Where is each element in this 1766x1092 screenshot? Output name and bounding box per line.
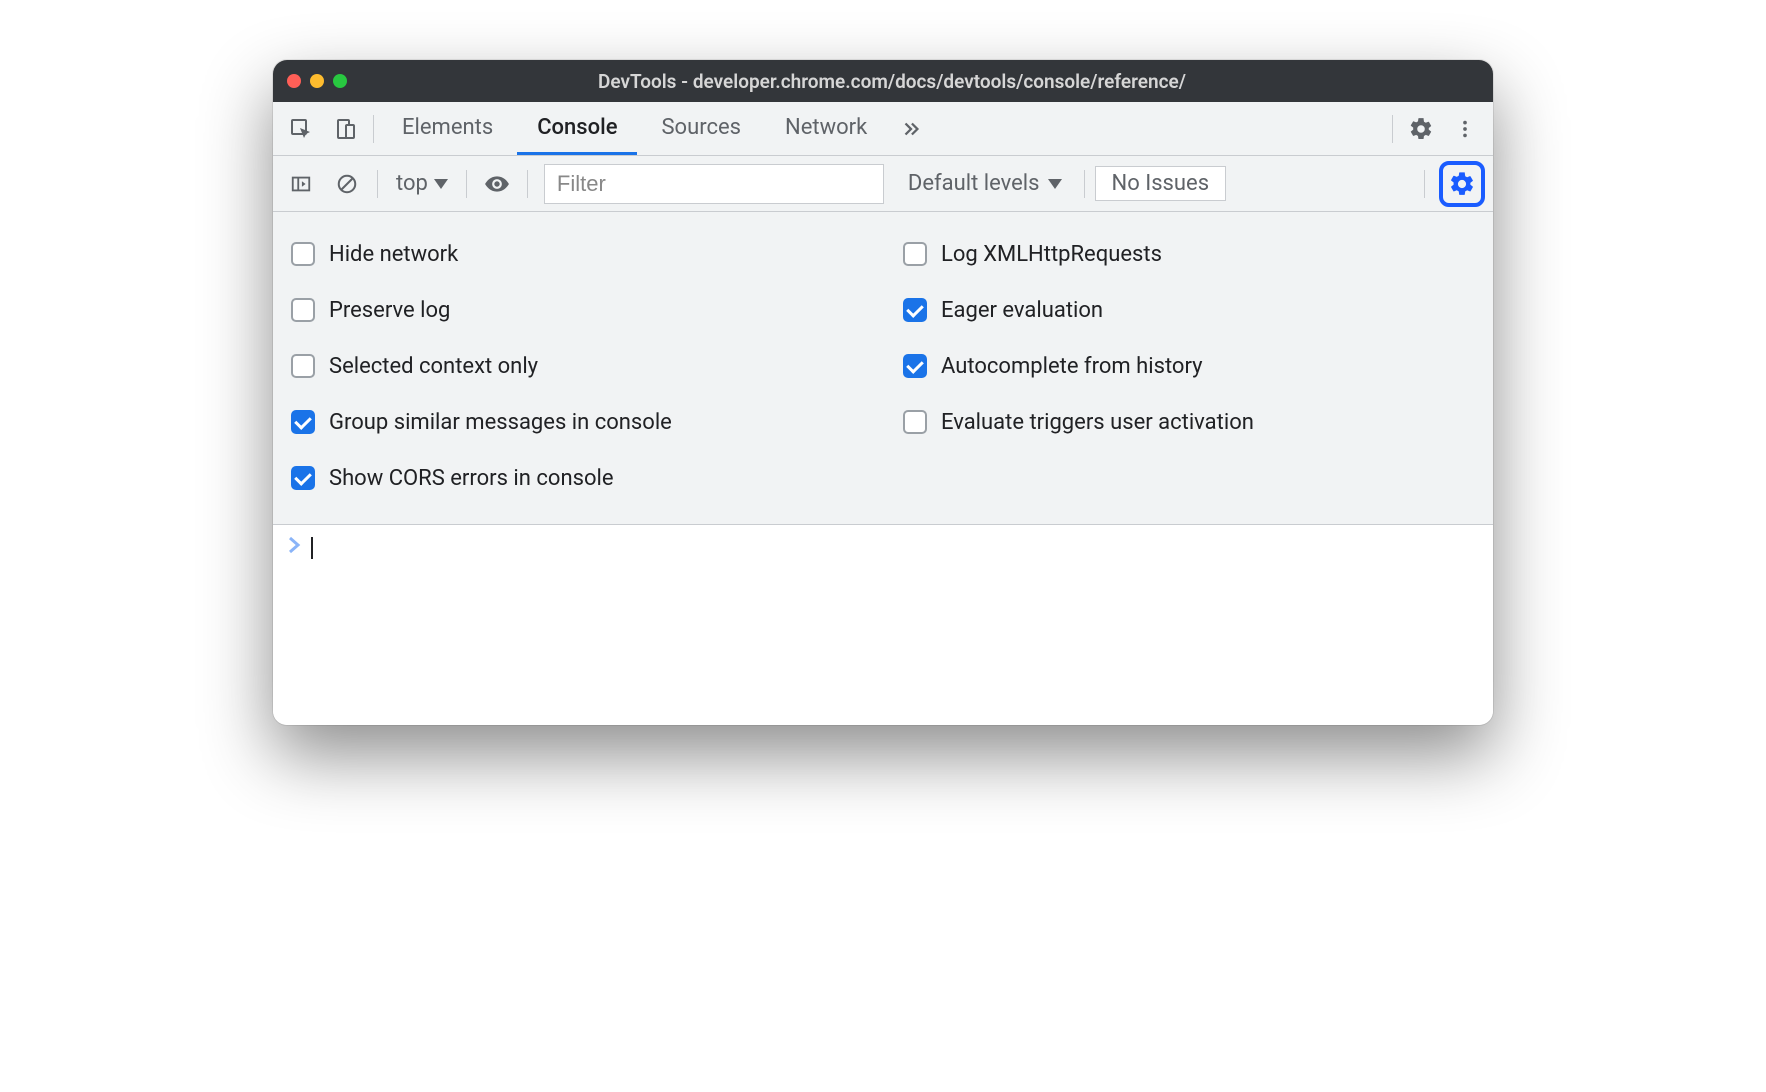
clear-console-icon[interactable] (327, 164, 367, 204)
log-xhr-label[interactable]: Log XMLHttpRequests (941, 242, 1162, 267)
toggle-sidebar-icon[interactable] (281, 164, 321, 204)
close-window-button[interactable] (287, 74, 301, 88)
toggle-device-icon[interactable] (325, 109, 365, 149)
divider (1392, 115, 1393, 143)
selected-context-checkbox[interactable] (291, 354, 315, 378)
minimize-window-button[interactable] (310, 74, 324, 88)
autocomplete-history-label[interactable]: Autocomplete from history (941, 354, 1203, 379)
log-levels-selector[interactable]: Default levels (896, 171, 1074, 196)
log-xhr-checkbox[interactable] (903, 242, 927, 266)
eager-evaluation-label[interactable]: Eager evaluation (941, 298, 1103, 323)
console-settings-panel: Hide network Log XMLHttpRequests Preserv… (273, 212, 1493, 525)
preserve-log-checkbox[interactable] (291, 298, 315, 322)
divider (1424, 170, 1425, 198)
issues-button[interactable]: No Issues (1095, 166, 1227, 201)
eager-evaluation-checkbox[interactable] (903, 298, 927, 322)
divider (1084, 170, 1085, 198)
inspect-element-icon[interactable] (281, 109, 321, 149)
live-expression-icon[interactable] (477, 164, 517, 204)
tab-console[interactable]: Console (517, 102, 637, 155)
hide-network-checkbox[interactable] (291, 242, 315, 266)
console-settings-gear-icon[interactable] (1439, 161, 1485, 207)
divider (373, 115, 374, 143)
hide-network-label[interactable]: Hide network (329, 242, 458, 267)
panel-tabbar: Elements Console Sources Network (273, 102, 1493, 156)
tab-elements[interactable]: Elements (382, 102, 513, 155)
tab-sources[interactable]: Sources (641, 102, 761, 155)
group-similar-label[interactable]: Group similar messages in console (329, 410, 672, 435)
window-title: DevTools - developer.chrome.com/docs/dev… (365, 70, 1479, 93)
console-toolbar: top Default levels No Issues (273, 156, 1493, 212)
more-tabs-icon[interactable] (891, 109, 931, 149)
preserve-log-label[interactable]: Preserve log (329, 298, 450, 323)
autocomplete-history-checkbox[interactable] (903, 354, 927, 378)
tab-network[interactable]: Network (765, 102, 887, 155)
kebab-menu-icon[interactable] (1445, 109, 1485, 149)
context-selector[interactable]: top (388, 166, 456, 202)
text-caret (311, 537, 313, 559)
chevron-down-icon (1048, 179, 1062, 189)
show-cors-label[interactable]: Show CORS errors in console (329, 466, 614, 491)
settings-gear-icon[interactable] (1401, 109, 1441, 149)
maximize-window-button[interactable] (333, 74, 347, 88)
devtools-window: DevTools - developer.chrome.com/docs/dev… (273, 60, 1493, 725)
console-prompt[interactable] (273, 525, 1493, 725)
evaluate-triggers-label[interactable]: Evaluate triggers user activation (941, 410, 1254, 435)
group-similar-checkbox[interactable] (291, 410, 315, 434)
titlebar: DevTools - developer.chrome.com/docs/dev… (273, 60, 1493, 102)
show-cors-checkbox[interactable] (291, 466, 315, 490)
evaluate-triggers-checkbox[interactable] (903, 410, 927, 434)
selected-context-label[interactable]: Selected context only (329, 354, 538, 379)
filter-input[interactable] (544, 164, 884, 204)
window-controls (287, 74, 347, 88)
divider (377, 170, 378, 198)
chevron-down-icon (434, 179, 448, 189)
prompt-chevron-icon (287, 535, 303, 555)
divider (466, 170, 467, 198)
divider (527, 170, 528, 198)
